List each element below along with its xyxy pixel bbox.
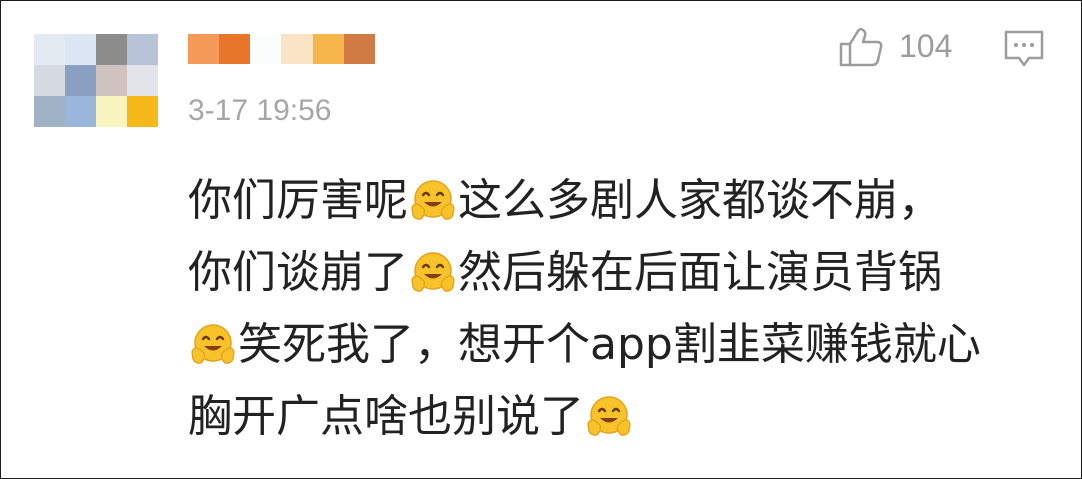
username-pixel [281, 34, 313, 64]
username-pixel [312, 34, 344, 64]
avatar-pixel [34, 34, 65, 65]
avatar-pixel [96, 65, 127, 96]
avatar-pixel [96, 96, 127, 127]
text-segment: 笑死我了，想开个app割韭菜赚钱就心 [238, 319, 981, 370]
avatar[interactable] [34, 34, 158, 127]
avatar-pixel [127, 65, 158, 96]
comment-line-2: 你们谈崩了 然后躲在后面让演员背锅 [188, 237, 1068, 309]
comment-line-4: 胸开广点啥也别说了 [188, 381, 1068, 453]
avatar-pixel [65, 65, 96, 96]
avatar-pixel [34, 96, 65, 127]
avatar-pixel [96, 34, 127, 65]
hugging-face-emoji-icon [190, 322, 236, 368]
like-button[interactable] [839, 27, 884, 67]
like-count: 104 [899, 28, 953, 64]
hugging-face-emoji-icon [410, 250, 456, 296]
text-segment: 这么多剧人家都谈不崩， [458, 175, 942, 226]
username-pixel [250, 34, 282, 64]
comment-line-1: 你们厉害呢 这么多剧人家都谈不崩， [188, 165, 1068, 237]
comment-text: 你们厉害呢 这么多剧人家都谈不崩， 你们谈崩了 然后躲在后面让演员背锅 笑死我了… [188, 165, 1068, 453]
text-segment: 你们谈崩了 [188, 247, 408, 298]
avatar-pixel [127, 96, 158, 127]
username-pixelated[interactable] [188, 34, 375, 64]
avatar-pixel [127, 34, 158, 65]
comment-line-3: 笑死我了，想开个app割韭菜赚钱就心 [188, 309, 1068, 381]
avatar-pixel [65, 96, 96, 127]
comment-card: 3-17 19:56 104 你们厉害呢 这么多剧人家都谈不崩， 你们谈崩了 然… [0, 0, 1082, 479]
username-pixel [219, 34, 251, 64]
comment-timestamp: 3-17 19:56 [188, 94, 332, 127]
avatar-pixel [34, 65, 65, 96]
reply-button[interactable] [1003, 29, 1045, 69]
comment-bubble-icon [1003, 30, 1045, 73]
text-segment: 然后躲在后面让演员背锅 [458, 247, 942, 298]
thumbs-up-icon [839, 27, 884, 71]
hugging-face-emoji-icon [410, 178, 456, 224]
text-segment: 胸开广点啥也别说了 [188, 391, 584, 442]
username-pixel [188, 34, 220, 64]
username-pixel [343, 34, 375, 64]
hugging-face-emoji-icon [586, 394, 632, 440]
avatar-pixel [65, 34, 96, 65]
text-segment: 你们厉害呢 [188, 175, 408, 226]
